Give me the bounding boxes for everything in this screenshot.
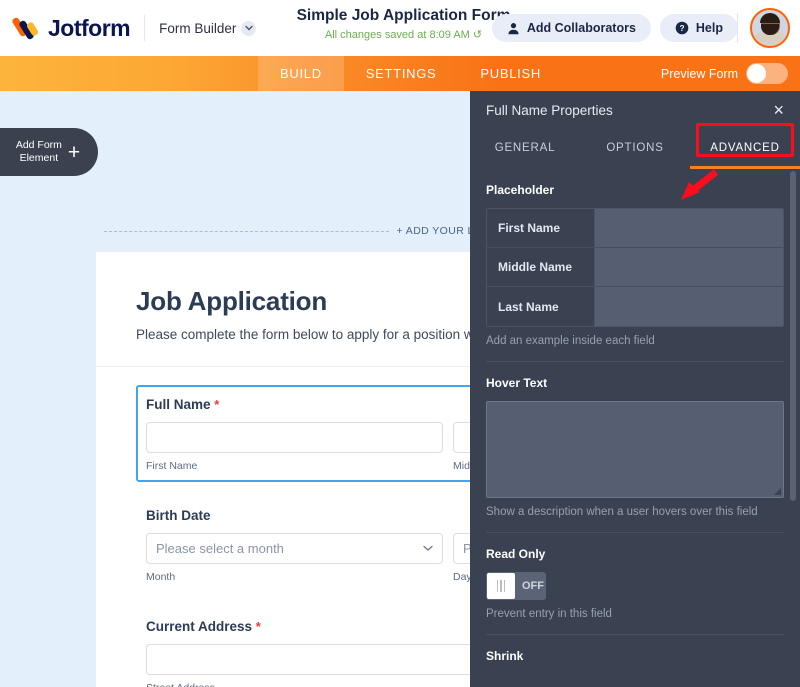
brand-name: Jotform bbox=[48, 14, 131, 41]
preview-toggle-switch[interactable] bbox=[746, 63, 788, 84]
month-select-value: Please select a month bbox=[156, 541, 284, 556]
preview-form-label: Preview Form bbox=[660, 66, 738, 81]
app-header: Jotform Form Builder Simple Job Applicat… bbox=[0, 0, 800, 56]
placeholder-key-first-name: First Name bbox=[487, 209, 595, 247]
save-status-text: All changes saved at 8:09 AM bbox=[324, 29, 470, 41]
section-placeholder: Placeholder First Name Middle Name Last … bbox=[470, 169, 800, 347]
form-builder-label: Form Builder bbox=[159, 20, 237, 36]
placeholder-grid: First Name Middle Name Last Name bbox=[486, 208, 784, 327]
required-asterisk: * bbox=[214, 397, 220, 412]
sublabel-first-name: First Name bbox=[146, 460, 198, 472]
plus-icon: + bbox=[67, 140, 81, 164]
properties-tab-list: GENERAL OPTIONS ADVANCED bbox=[470, 123, 800, 169]
jotform-logo-icon bbox=[11, 15, 40, 41]
preview-form-toggle[interactable]: Preview Form bbox=[661, 56, 800, 91]
chevron-down-icon bbox=[241, 20, 257, 36]
placeholder-key-middle-name: Middle Name bbox=[487, 248, 595, 286]
read-only-toggle[interactable]: OFF bbox=[486, 572, 546, 600]
tab-options[interactable]: OPTIONS bbox=[580, 129, 690, 169]
placeholder-input-first-name[interactable] bbox=[595, 209, 783, 247]
close-icon[interactable]: × bbox=[773, 101, 784, 119]
header-right-divider bbox=[737, 13, 738, 43]
form-title-block: Simple Job Application Form All changes … bbox=[296, 7, 511, 41]
placeholder-row: First Name bbox=[487, 209, 783, 248]
placeholder-input-last-name[interactable] bbox=[595, 287, 783, 326]
svg-text:?: ? bbox=[679, 23, 684, 33]
placeholder-row: Last Name bbox=[487, 287, 783, 326]
hover-text-title: Hover Text bbox=[486, 376, 548, 390]
placeholder-title: Placeholder bbox=[486, 183, 555, 197]
placeholder-key-last-name: Last Name bbox=[487, 287, 595, 326]
form-builder-menu[interactable]: Form Builder bbox=[159, 20, 257, 36]
jotform-form-builder: Jotform Form Builder Simple Job Applicat… bbox=[0, 0, 800, 687]
header-divider bbox=[144, 15, 146, 41]
nav-tab-list: BUILD SETTINGS PUBLISH bbox=[258, 56, 563, 91]
section-shrink: Shrink bbox=[470, 635, 800, 663]
undo-icon[interactable]: ↺ bbox=[473, 29, 482, 41]
placeholder-helper: Add an example inside each field bbox=[486, 335, 655, 347]
save-status: All changes saved at 8:09 AM ↺ bbox=[296, 28, 511, 41]
builder-nav: BUILD SETTINGS PUBLISH Preview Form bbox=[0, 56, 800, 91]
properties-header: Full Name Properties × bbox=[470, 91, 800, 129]
hover-text-textarea[interactable] bbox=[486, 401, 784, 498]
chevron-down-icon bbox=[423, 543, 433, 555]
section-hover-text: Hover Text Show a description when a use… bbox=[470, 362, 800, 518]
add-collaborators-label: Add Collaborators bbox=[526, 21, 636, 35]
shrink-title: Shrink bbox=[486, 649, 524, 663]
placeholder-row: Middle Name bbox=[487, 248, 783, 287]
avatar[interactable] bbox=[750, 8, 790, 48]
question-mark-icon: ? bbox=[675, 21, 689, 35]
help-button[interactable]: ? Help bbox=[659, 14, 738, 42]
dashed-line-left bbox=[104, 230, 389, 232]
tab-general[interactable]: GENERAL bbox=[470, 129, 580, 169]
tab-advanced[interactable]: ADVANCED bbox=[690, 129, 800, 169]
read-only-title: Read Only bbox=[486, 547, 546, 561]
page-title[interactable]: Simple Job Application Form bbox=[296, 7, 511, 25]
month-select[interactable]: Please select a month bbox=[146, 533, 443, 564]
add-form-element-button[interactable]: Add Form Element + bbox=[0, 128, 98, 176]
placeholder-input-middle-name[interactable] bbox=[595, 248, 783, 286]
read-only-helper: Prevent entry in this field bbox=[486, 608, 612, 620]
sublabel-month: Month bbox=[146, 571, 176, 583]
toggle-knob-icon bbox=[487, 573, 515, 599]
properties-content[interactable]: Placeholder First Name Middle Name Last … bbox=[470, 169, 800, 687]
read-only-state: OFF bbox=[522, 580, 544, 592]
properties-panel: Full Name Properties × GENERAL OPTIONS A… bbox=[470, 91, 800, 687]
hover-text-helper: Show a description when a user hovers ov… bbox=[486, 506, 758, 518]
person-icon bbox=[508, 22, 519, 34]
tab-build[interactable]: BUILD bbox=[258, 56, 344, 91]
required-asterisk: * bbox=[255, 619, 261, 634]
first-name-input[interactable] bbox=[146, 422, 443, 453]
tab-publish[interactable]: PUBLISH bbox=[458, 56, 563, 91]
panel-scrollbar[interactable] bbox=[790, 171, 796, 501]
tab-settings[interactable]: SETTINGS bbox=[344, 56, 459, 91]
section-read-only: Read Only OFF Prevent entry in this fiel… bbox=[470, 533, 800, 620]
properties-title: Full Name Properties bbox=[486, 102, 613, 118]
header-actions: Add Collaborators ? Help bbox=[491, 0, 800, 56]
help-label: Help bbox=[695, 21, 723, 35]
add-form-element-label: Add Form Element bbox=[15, 139, 62, 164]
add-collaborators-button[interactable]: Add Collaborators bbox=[491, 14, 651, 42]
brand-logo[interactable]: Jotform bbox=[0, 14, 131, 42]
